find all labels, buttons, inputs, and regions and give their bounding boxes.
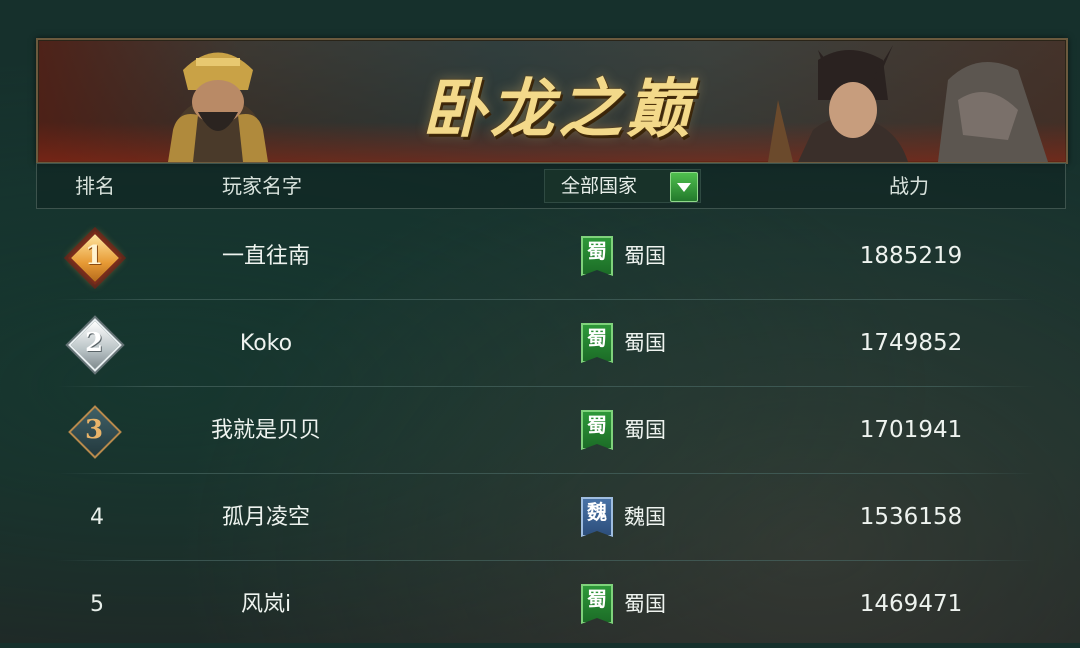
wei-flag-icon: 魏 [581, 497, 613, 537]
rank-number: 3 [84, 415, 104, 445]
power-value: 1749852 [859, 330, 963, 356]
power-value: 1469471 [859, 591, 963, 617]
rank-number: 4 [90, 505, 104, 530]
player-name: 一直往南 [221, 244, 310, 269]
power-value: 1536158 [859, 504, 963, 530]
country-name: 魏国 [624, 505, 666, 529]
country-filter-label: 全部国家 [561, 175, 638, 197]
country-filter-dropdown[interactable]: 全部国家 [544, 169, 701, 203]
player-name: 风岚i [240, 592, 292, 617]
table-row[interactable]: 5 风岚i 蜀 蜀国 1469471 [56, 561, 1036, 648]
shu-flag-icon: 蜀 [581, 584, 613, 624]
country-name: 蜀国 [624, 244, 666, 268]
rank-number: 5 [90, 592, 104, 617]
header-rank: 排名 [75, 174, 115, 198]
leaderboard-banner: 卧龙之巅 [36, 38, 1068, 164]
banner-title: 卧龙之巅 [422, 72, 694, 147]
general-portrait-left [168, 52, 268, 162]
table-row[interactable]: 1 一直往南 蜀 蜀国 1885219 [56, 213, 1036, 300]
rank-number: 2 [84, 328, 104, 358]
table-row[interactable]: 3 我就是贝贝 蜀 蜀国 1701941 [56, 387, 1036, 474]
table-row[interactable]: 4 孤月凌空 魏 魏国 1536158 [56, 474, 1036, 561]
player-name: 我就是贝贝 [210, 418, 321, 443]
general-portrait-right [768, 45, 1048, 162]
header-power: 战力 [889, 174, 929, 198]
power-value: 1701941 [859, 417, 963, 443]
country-name: 蜀国 [624, 331, 666, 355]
header-player-name: 玩家名字 [222, 174, 302, 198]
silver-medal-icon: 2 [68, 318, 122, 372]
player-name: Koko [239, 331, 293, 356]
country-name: 蜀国 [624, 418, 666, 442]
shu-flag-icon: 蜀 [581, 410, 613, 450]
bronze-medal-icon: 3 [68, 405, 122, 459]
player-name: 孤月凌空 [221, 505, 310, 530]
country-name: 蜀国 [624, 592, 666, 616]
shu-flag-icon: 蜀 [581, 323, 613, 363]
table-row[interactable]: 2 Koko 蜀 蜀国 1749852 [56, 300, 1036, 387]
shu-flag-icon: 蜀 [581, 236, 613, 276]
rank-number: 1 [84, 241, 104, 271]
gold-medal-icon: 1 [68, 231, 122, 285]
chevron-down-icon[interactable] [670, 172, 698, 202]
power-value: 1885219 [859, 243, 963, 269]
table-header: 排名 玩家名字 全部国家 战力 [36, 163, 1066, 209]
